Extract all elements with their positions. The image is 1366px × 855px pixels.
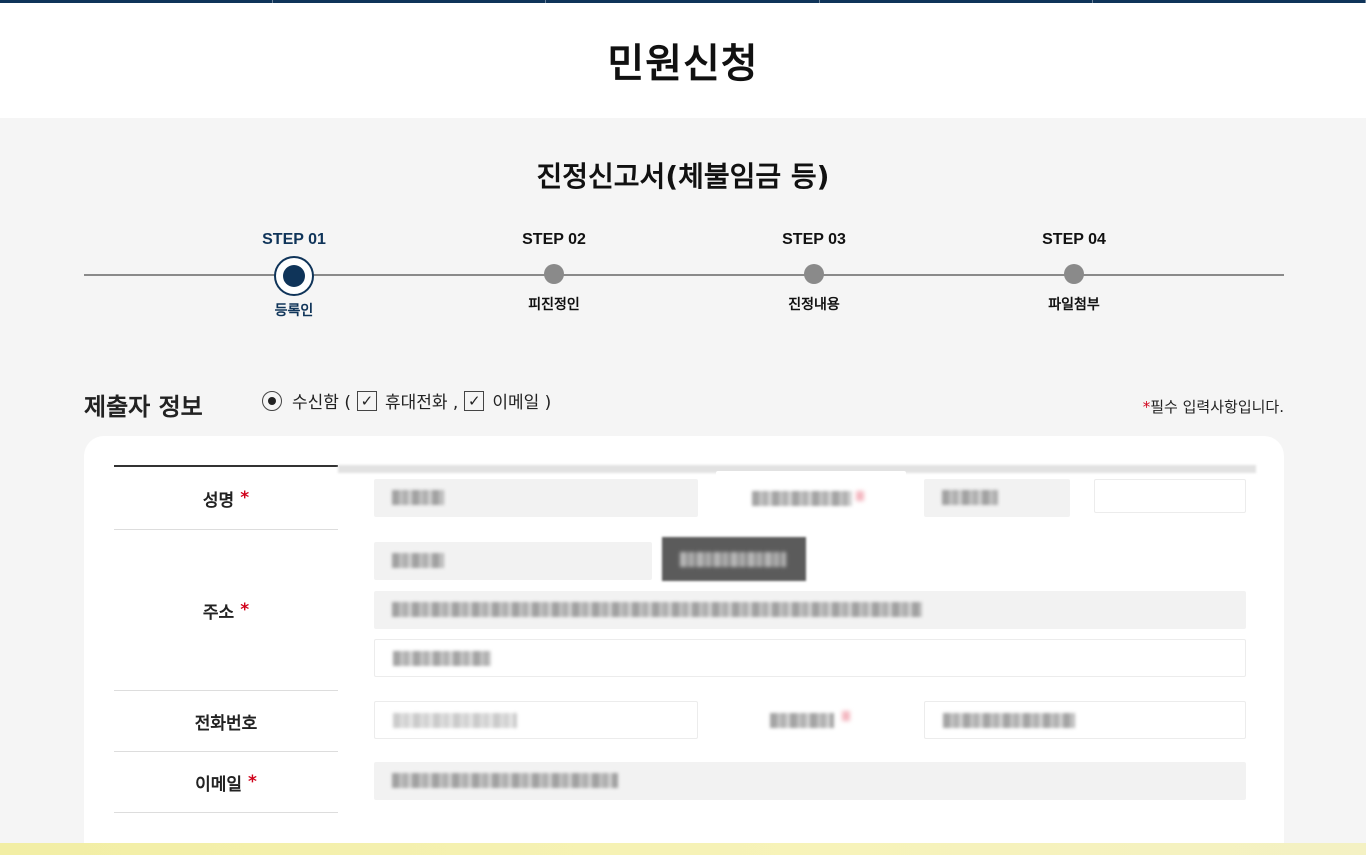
redacted-text <box>942 490 998 505</box>
receive-radio-label: 수신함 ( <box>292 393 351 413</box>
section-title: 제출자 정보 <box>84 393 203 421</box>
email-label-text: 이메일 <box>195 774 243 795</box>
redacted-text <box>770 713 834 728</box>
redacted-text <box>393 713 517 728</box>
mobile-input[interactable] <box>924 701 1246 739</box>
step-name: 진정내용 <box>788 297 840 313</box>
resident-number-back-input[interactable] <box>1094 479 1246 513</box>
step-4: STEP 04 파일첨부 <box>994 228 1154 314</box>
required-note: *필수 입력사항입니다. <box>1143 396 1284 417</box>
redacted-text <box>392 773 618 788</box>
step-number: STEP 01 <box>262 231 326 248</box>
page-title: 민원신청 <box>607 41 759 87</box>
email-label: 이메일 * <box>114 752 338 813</box>
step-indicator <box>1064 264 1084 284</box>
redacted-mark <box>842 711 850 721</box>
phone-input[interactable] <box>374 701 698 739</box>
redacted-text <box>752 491 852 506</box>
submitter-form-card: 성명 * 주소 * 전화번호 이메일 * <box>84 436 1284 855</box>
postcode-input[interactable] <box>374 542 652 580</box>
redacted-text <box>943 713 1075 728</box>
step-number: STEP 04 <box>1042 231 1106 248</box>
address-label-text: 주소 <box>202 602 235 623</box>
row-address: 주소 * <box>114 530 1256 691</box>
redacted-text <box>393 651 491 666</box>
step-indicator <box>804 264 824 284</box>
required-note-text: 필수 입력사항입니다. <box>1150 398 1284 416</box>
mobile-checkbox[interactable]: ✓ <box>356 390 377 411</box>
mobile-checkbox-label: 휴대전화 , <box>384 393 459 413</box>
resident-number-front-input[interactable] <box>924 479 1070 517</box>
redacted-mark <box>856 491 864 501</box>
step-2: STEP 02 피진정인 <box>474 228 634 314</box>
required-star: * <box>240 488 250 508</box>
form-title: 진정신고서(체불임금 등) <box>536 160 830 193</box>
step-3: STEP 03 진정내용 <box>734 228 894 314</box>
step-progress: STEP 01 등록인 STEP 02 피진정인 STEP 03 진정내용 ST… <box>84 228 1284 328</box>
address-label: 주소 * <box>114 530 338 691</box>
receive-options: 수신함 ( ✓ 휴대전화 , ✓ 이메일 ) <box>262 388 551 413</box>
receive-radio[interactable] <box>262 390 282 411</box>
mobile-label <box>716 693 906 747</box>
row-phone: 전화번호 <box>114 691 1256 752</box>
required-star: * <box>248 772 257 792</box>
address-input[interactable] <box>374 591 1246 629</box>
address-fields <box>338 530 1256 691</box>
address-detail-input[interactable] <box>374 639 1246 677</box>
step-indicator-active <box>274 256 314 296</box>
step-1: STEP 01 등록인 <box>214 228 374 320</box>
email-input[interactable] <box>374 762 1246 800</box>
step-name: 등록인 <box>274 303 314 319</box>
email-fields <box>338 752 1256 813</box>
redacted-text <box>392 553 444 568</box>
name-fields <box>338 467 1256 530</box>
page-header: 민원신청 <box>0 3 1366 118</box>
step-number: STEP 03 <box>782 231 846 248</box>
step-number: STEP 02 <box>522 231 586 248</box>
step-indicator <box>544 264 564 284</box>
bottom-banner-strip <box>0 843 1366 855</box>
name-label: 성명 * <box>114 467 338 530</box>
required-star: * <box>240 600 250 620</box>
name-input[interactable] <box>374 479 698 517</box>
row-email: 이메일 * <box>114 752 1256 813</box>
row-name: 성명 * <box>114 467 1256 530</box>
phone-label-text: 전화번호 <box>194 713 258 734</box>
name-label-text: 성명 <box>202 490 235 511</box>
resident-number-label <box>716 471 906 525</box>
redacted-text <box>680 552 786 567</box>
step-name: 피진정인 <box>528 297 580 313</box>
redacted-text <box>392 490 444 505</box>
step-name: 파일첨부 <box>1048 297 1100 313</box>
redacted-text <box>392 602 922 617</box>
email-checkbox-label: 이메일 ) <box>492 393 552 413</box>
phone-fields <box>338 691 1256 752</box>
email-checkbox[interactable]: ✓ <box>464 390 485 411</box>
phone-label: 전화번호 <box>114 691 338 752</box>
postcode-search-button[interactable] <box>662 537 806 581</box>
